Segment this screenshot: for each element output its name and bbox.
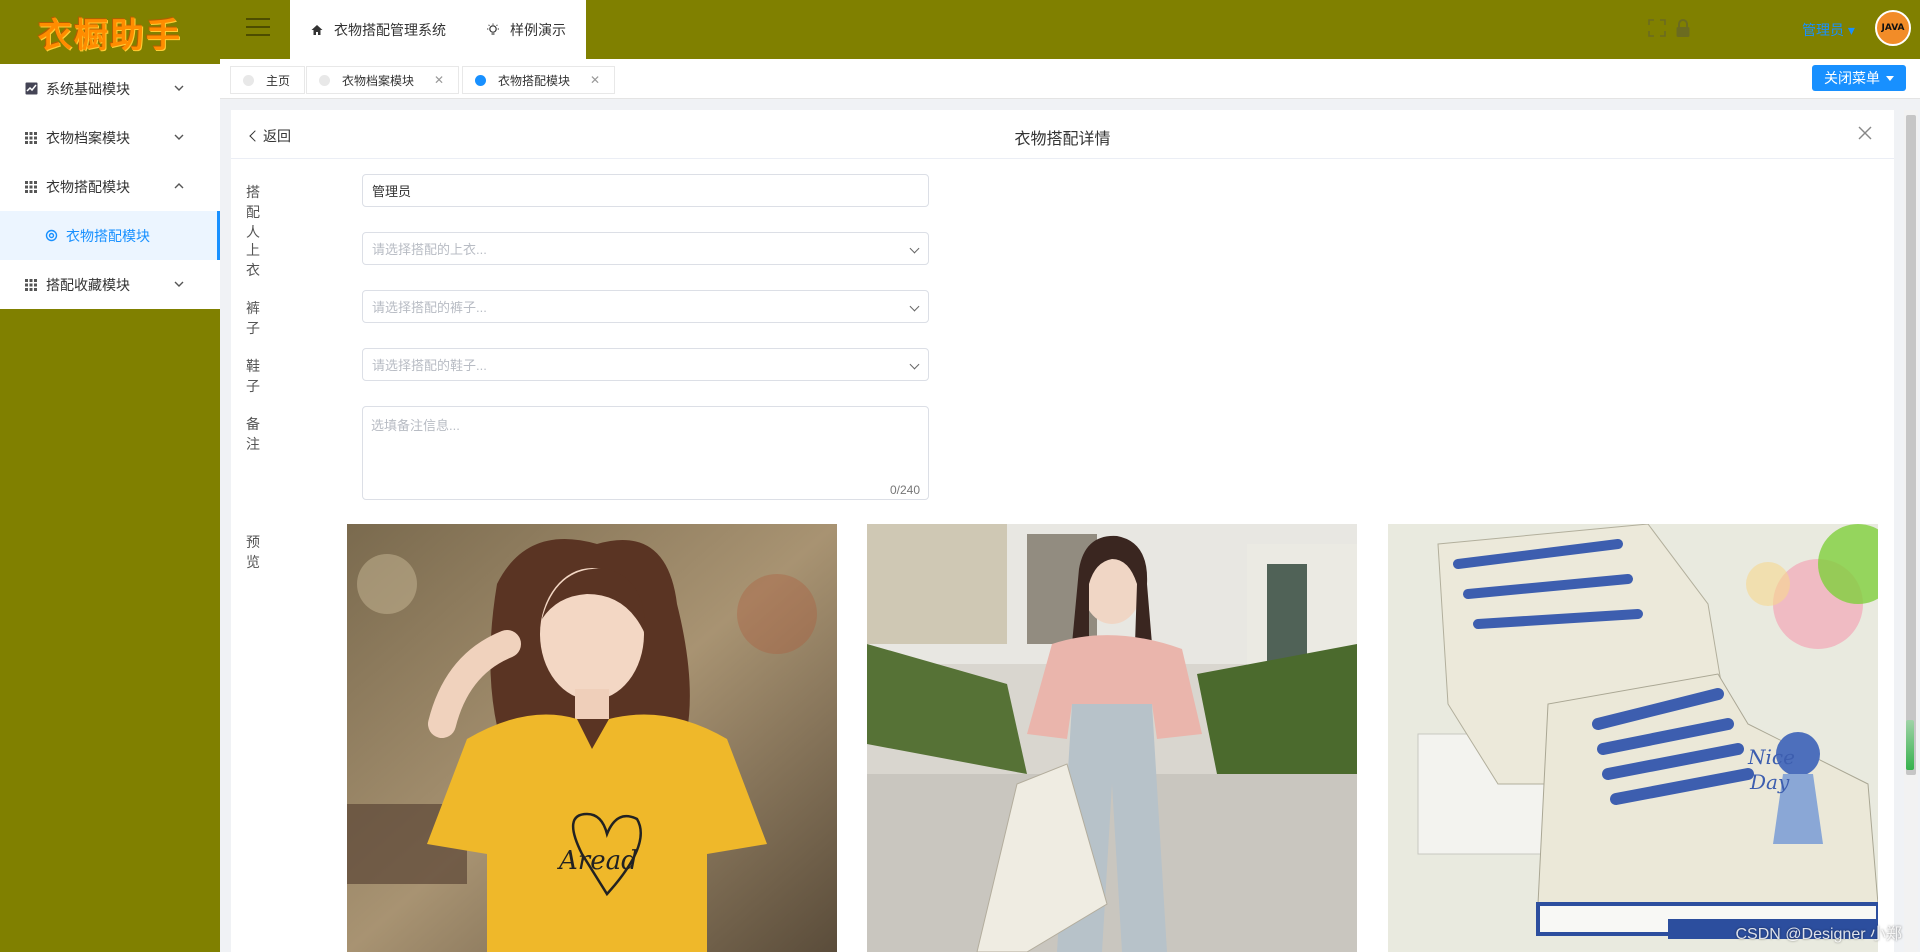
preview-image-shoes: Nice Day [1388, 524, 1878, 952]
remark-label: 备注 [246, 416, 260, 452]
top-label: 上衣 [246, 242, 260, 278]
pants-label: 裤子 [246, 300, 260, 336]
svg-text:Aread: Aread [557, 846, 638, 876]
close-menu-label: 关闭菜单 [1824, 70, 1880, 86]
pants-select[interactable]: 请选择搭配的裤子... [362, 290, 929, 323]
preview-image-pants [867, 524, 1357, 952]
sidebar-item-label: 衣物搭配模块 [66, 227, 150, 244]
sidebar-item-label: 衣物搭配模块 [46, 178, 130, 195]
close-icon[interactable]: ✕ [590, 73, 600, 87]
matcher-value: 管理员 [372, 184, 412, 199]
top-tab-system[interactable]: 衣物搭配管理系统 [290, 0, 466, 59]
grid-icon [24, 180, 38, 194]
chevron-down-icon [909, 359, 920, 370]
svg-text:Nice: Nice [1747, 745, 1795, 769]
avatar[interactable]: JAVA [1875, 10, 1911, 46]
sidebar-item-label: 系统基础模块 [46, 80, 130, 97]
caret-down-icon [1886, 75, 1894, 81]
close-icon[interactable] [1856, 124, 1874, 142]
lock-icon[interactable] [1675, 18, 1691, 38]
shoes-placeholder: 请选择搭配的鞋子... [372, 358, 487, 373]
detail-card: 返回 衣物搭配详情 搭配人 管理员 上衣 请选择搭配的上衣... 裤子 请选择搭… [231, 110, 1894, 952]
tag-home[interactable]: 主页 [230, 66, 306, 94]
sidebar-item-clothes-archive[interactable]: 衣物档案模块 [0, 113, 220, 162]
remark-char-count: 0/240 [889, 483, 920, 497]
avatar-text: JAVA [1881, 23, 1905, 33]
top-placeholder: 请选择搭配的上衣... [372, 242, 487, 257]
watermark: CSDN @Designer 小郑 [1735, 926, 1902, 943]
tag-clothes-archive[interactable]: 衣物档案模块 ✕ [306, 66, 460, 94]
sidebar-item-matching-favorites[interactable]: 搭配收藏模块 [0, 260, 220, 309]
sidebar-subitem-clothes-matching[interactable]: 衣物搭配模块 [0, 211, 220, 260]
top-select[interactable]: 请选择搭配的上衣... [362, 232, 929, 265]
chevron-down-icon [174, 281, 184, 287]
tag-dot [243, 74, 254, 86]
top-nav: 衣物搭配管理系统 样例演示 [290, 0, 586, 59]
close-menu-button[interactable]: 关闭菜单 [1812, 65, 1906, 91]
close-icon[interactable]: ✕ [434, 73, 444, 87]
user-menu[interactable]: 管理员 ▾ [1802, 20, 1855, 40]
top-tab-label: 样例演示 [510, 21, 566, 38]
menu-toggle-icon[interactable] [246, 18, 270, 38]
chevron-down-icon [909, 243, 920, 254]
user-name: 管理员 [1802, 22, 1844, 38]
sidebar-menu: 系统基础模块 衣物档案模块 衣物搭配模块 衣物搭配模块 搭配收藏模块 [0, 64, 220, 309]
tag-label: 主页 [266, 73, 291, 88]
tags-view: 主页 衣物档案模块 ✕ 衣物搭配模块 ✕ 关闭菜单 [220, 59, 1920, 99]
top-tab-label: 衣物搭配管理系统 [334, 21, 446, 38]
sidebar: 衣橱助手 系统基础模块 衣物档案模块 衣物搭配模块 衣物搭配模块 搭配收藏模块 [0, 0, 220, 952]
chevron-down-icon [174, 85, 184, 91]
svg-text:Day: Day [1749, 770, 1790, 794]
pants-placeholder: 请选择搭配的裤子... [372, 300, 487, 315]
chart-icon [24, 82, 38, 96]
sidebar-item-system-basic[interactable]: 系统基础模块 [0, 64, 220, 113]
tag-dot [475, 74, 486, 86]
home-icon [310, 23, 324, 37]
tag-dot [319, 74, 330, 86]
chevron-up-icon [174, 183, 184, 189]
tag-label: 衣物搭配模块 [498, 73, 571, 88]
app-logo[interactable]: 衣橱助手 [0, 0, 220, 64]
logo-text: 衣橱助手 [38, 15, 182, 56]
tag-label: 衣物档案模块 [342, 73, 415, 88]
scroll-indicator [1906, 720, 1914, 770]
preview-image-top: Aread [347, 524, 837, 952]
matcher-field[interactable]: 管理员 [362, 174, 929, 207]
matcher-label: 搭配人 [246, 184, 260, 240]
sidebar-item-clothes-matching[interactable]: 衣物搭配模块 [0, 162, 220, 211]
page-title: 衣物搭配详情 [1014, 131, 1111, 148]
scrollbar-thumb[interactable] [1906, 115, 1916, 775]
tag-clothes-matching[interactable]: 衣物搭配模块 ✕ [462, 66, 616, 94]
card-header: 返回 衣物搭配详情 [231, 110, 1894, 159]
preview-label: 预览 [246, 534, 260, 570]
fullscreen-icon[interactable] [1648, 19, 1666, 37]
top-header: 衣物搭配管理系统 样例演示 管理员 ▾ JAVA [220, 0, 1920, 59]
chevron-down-icon [909, 301, 920, 312]
chevron-down-icon [174, 134, 184, 140]
gear-icon [44, 229, 58, 243]
top-tab-demo[interactable]: 样例演示 [466, 0, 586, 59]
grid-icon [24, 131, 38, 145]
remark-placeholder: 选填备注信息... [371, 418, 460, 433]
grid-icon [24, 278, 38, 292]
shoes-label: 鞋子 [246, 358, 260, 394]
vertical-scrollbar[interactable] [1904, 110, 1918, 952]
remark-textarea[interactable]: 选填备注信息... 0/240 [362, 406, 929, 500]
shoes-select[interactable]: 请选择搭配的鞋子... [362, 348, 929, 381]
bulb-icon [486, 23, 500, 37]
sidebar-item-label: 搭配收藏模块 [46, 276, 130, 293]
sidebar-item-label: 衣物档案模块 [46, 129, 130, 146]
